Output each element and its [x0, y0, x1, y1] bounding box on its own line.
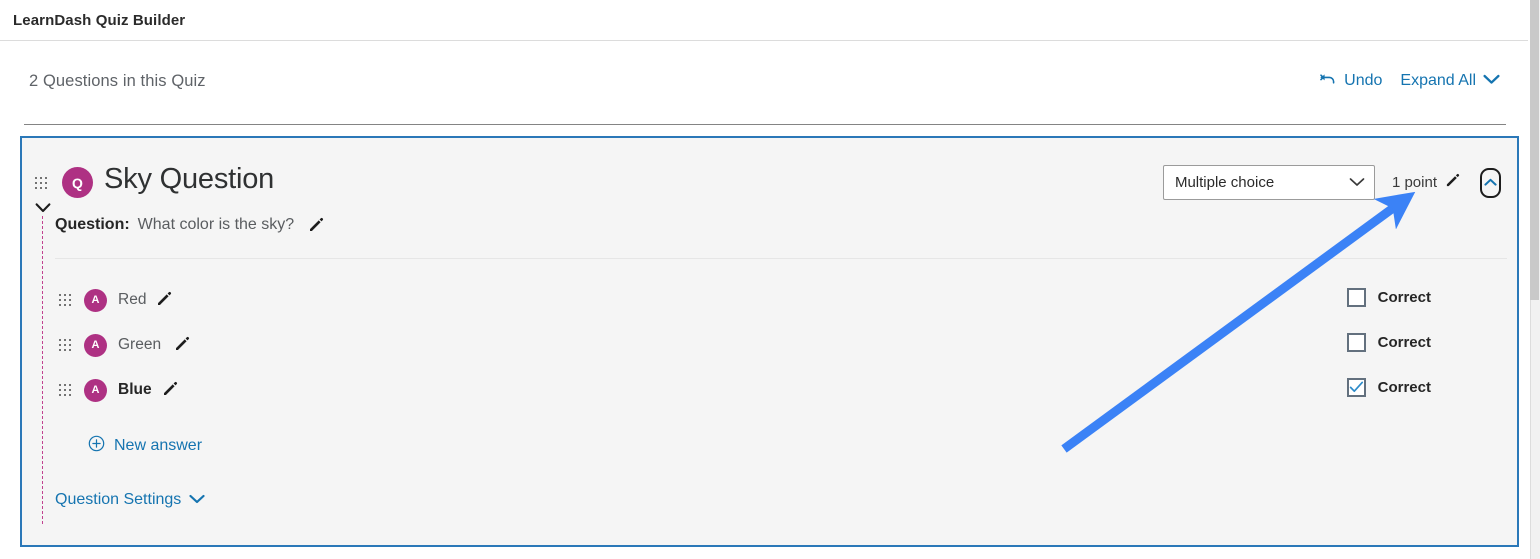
answer-badge-letter: A: [91, 294, 100, 306]
checkbox-unchecked-icon[interactable]: [1346, 333, 1366, 352]
pencil-icon[interactable]: [162, 381, 178, 402]
correct-label: Correct: [1377, 289, 1431, 306]
drag-handle-icon[interactable]: [35, 177, 48, 190]
question-badge: Q: [62, 167, 93, 198]
undo-label: Undo: [1344, 71, 1383, 89]
answer-text[interactable]: Blue: [118, 381, 152, 399]
pencil-icon[interactable]: [1445, 173, 1460, 192]
question-header-controls: Multiple choice 1 point: [1162, 165, 1501, 200]
builder-toolbar: 2 Questions in this Quiz Undo Expand All: [0, 41, 1528, 126]
answer-row: A Red Correct: [22, 280, 1517, 325]
toolbar-actions: Undo Expand All: [1320, 71, 1500, 90]
points-control[interactable]: 1 point: [1392, 173, 1460, 192]
answer-correct-toggle[interactable]: Correct: [1346, 378, 1431, 397]
page-title: LearnDash Quiz Builder: [13, 11, 186, 29]
new-answer-label: New answer: [114, 437, 203, 454]
answer-correct-toggle[interactable]: Correct: [1346, 333, 1431, 352]
question-badge-letter: Q: [72, 174, 83, 191]
question-prompt-label: Question:: [55, 216, 130, 233]
drag-handle-icon[interactable]: [59, 294, 72, 307]
question-card-header: Q Sky Question Multiple choice 1 point Q…: [22, 138, 1517, 524]
plus-circle-icon: [88, 435, 105, 457]
drag-handle-icon[interactable]: [59, 339, 72, 352]
drag-handle-icon[interactable]: [59, 384, 72, 397]
question-type-select[interactable]: Multiple choice: [1162, 165, 1375, 200]
answer-text[interactable]: Red: [118, 291, 146, 309]
new-answer-button[interactable]: New answer: [88, 435, 202, 457]
vertical-scrollbar[interactable]: [1530, 0, 1540, 559]
answer-badge: A: [84, 289, 107, 312]
undo-arrow-icon: [1320, 71, 1337, 90]
answer-row: A Blue Correct: [22, 370, 1517, 415]
undo-button[interactable]: Undo: [1320, 71, 1382, 90]
points-label: 1 point: [1391, 174, 1437, 191]
answers-list: A Red Correct A Green Correct A Blue Cor…: [22, 280, 1517, 415]
pencil-icon[interactable]: [156, 291, 172, 312]
app-header: LearnDash Quiz Builder: [0, 0, 1528, 41]
pencil-icon[interactable]: [174, 336, 190, 357]
chevron-up-icon: [1484, 174, 1497, 192]
chevron-down-icon: [1483, 72, 1500, 90]
question-header-divider: [55, 258, 1507, 259]
question-prompt-value: What color is the sky?: [137, 216, 295, 233]
question-card: Q Sky Question Multiple choice 1 point Q…: [20, 136, 1519, 547]
answer-correct-toggle[interactable]: Correct: [1346, 288, 1431, 307]
correct-label: Correct: [1377, 334, 1431, 351]
expand-all-button[interactable]: Expand All: [1400, 72, 1500, 90]
question-expand-toggle[interactable]: [1480, 167, 1501, 198]
toolbar-divider: [24, 124, 1506, 125]
answer-row: A Green Correct: [22, 325, 1517, 370]
correct-label: Correct: [1377, 379, 1431, 396]
question-settings-button[interactable]: Question Settings: [55, 491, 205, 509]
question-settings-label: Question Settings: [55, 491, 182, 508]
checkbox-checked-icon[interactable]: [1346, 378, 1366, 397]
scrollbar-thumb[interactable]: [1530, 0, 1539, 300]
answer-text[interactable]: Green: [118, 336, 161, 354]
answer-badge-letter: A: [91, 339, 100, 351]
chevron-down-icon: [1349, 174, 1365, 191]
question-type-value: Multiple choice: [1174, 174, 1275, 191]
question-prompt: Question: What color is the sky?: [55, 216, 324, 234]
checkbox-unchecked-icon[interactable]: [1346, 288, 1366, 307]
answer-badge-letter: A: [91, 384, 100, 396]
chevron-down-icon: [189, 491, 205, 509]
question-count-label: 2 Questions in this Quiz: [29, 72, 206, 90]
answer-badge: A: [84, 379, 107, 402]
expand-all-label: Expand All: [1400, 71, 1476, 89]
quiz-builder-page: LearnDash Quiz Builder 2 Questions in th…: [0, 0, 1540, 559]
pencil-icon[interactable]: [308, 217, 324, 233]
question-collapse-toggle[interactable]: [35, 201, 51, 213]
question-title[interactable]: Sky Question: [104, 163, 274, 196]
answer-badge: A: [84, 334, 107, 357]
